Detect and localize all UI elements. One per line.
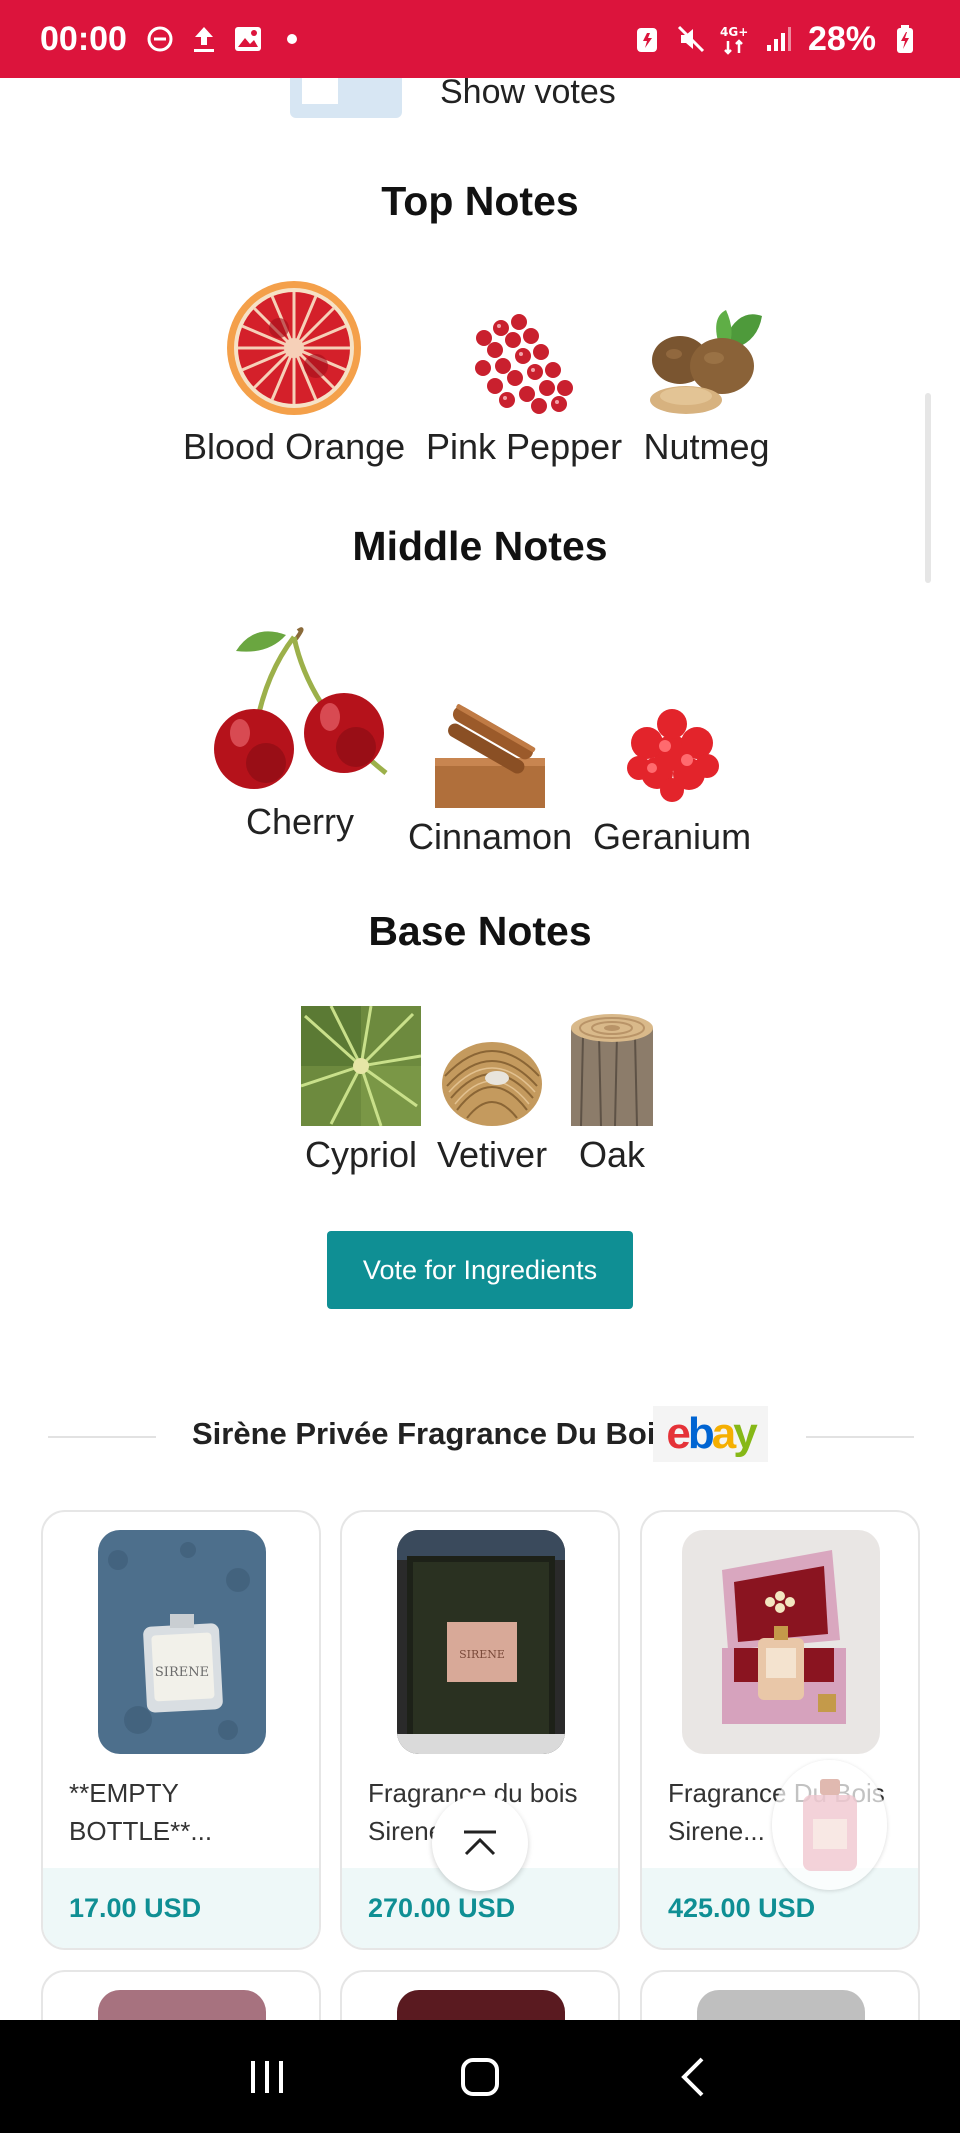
floating-product-thumbnail[interactable]: [772, 1760, 887, 1890]
back-button[interactable]: [653, 2037, 733, 2117]
scrollbar[interactable]: [925, 393, 931, 583]
status-bar: 00:00 4G+ 28%: [0, 0, 960, 78]
product-price: 270.00 USD: [368, 1892, 516, 1923]
product-card[interactable]: [41, 1970, 321, 2020]
pink-pepper-image: [475, 314, 574, 414]
geranium-image: [627, 709, 720, 802]
product-price: 425.00 USD: [668, 1892, 816, 1923]
do-not-disturb-icon: [145, 24, 175, 54]
show-votes-label: Show votes: [440, 78, 616, 111]
product-price: 17.00 USD: [69, 1892, 202, 1923]
recent-apps-icon: [250, 2060, 283, 2093]
status-time: 00:00: [40, 19, 127, 58]
ebay-section-title: Sirène Privée Fragrance Du Bois: [192, 1416, 673, 1451]
cinnamon-image: [435, 704, 546, 808]
cypriol-image: [301, 1006, 421, 1126]
note-label-geranium: Geranium: [593, 816, 752, 857]
note-pink-pepper[interactable]: Pink Pepper: [426, 308, 622, 468]
base-notes-heading: Base Notes: [368, 908, 592, 954]
note-geranium[interactable]: Geranium: [593, 698, 751, 858]
divider-left: [48, 1436, 156, 1438]
product-image: SIRENE: [98, 1530, 266, 1754]
note-cinnamon[interactable]: Cinnamon: [408, 698, 572, 858]
product-image: SIRENE: [397, 1530, 565, 1754]
svg-text:SIRENE: SIRENE: [459, 1648, 505, 1661]
note-nutmeg[interactable]: Nutmeg: [640, 308, 773, 468]
cherry-image: [214, 627, 388, 789]
blood-orange-image: [227, 281, 362, 415]
battery-charging-icon: [890, 24, 920, 54]
status-icons-left: [145, 24, 307, 54]
content-scroll-area[interactable]: Show votes Top Notes Blood Orange Pink P…: [0, 78, 960, 2020]
product-image: [397, 1990, 565, 2020]
back-icon: [681, 2057, 704, 2096]
note-label-cherry: Cherry: [245, 801, 355, 842]
note-blood-orange[interactable]: Blood Orange: [183, 278, 405, 468]
note-label-nutmeg: Nutmeg: [643, 426, 770, 467]
oak-image: [571, 1014, 653, 1126]
show-votes-checkbox[interactable]: [290, 78, 402, 118]
product-card[interactable]: Fragrance Du Bois Sirene... 425.00 USD: [640, 1510, 920, 1950]
chevron-up-icon: [464, 1830, 496, 1856]
svg-text:SIRENE: SIRENE: [155, 1665, 209, 1680]
signal-icon: [764, 24, 794, 54]
ebay-logo-y: y: [733, 1409, 758, 1458]
product-card[interactable]: SIRENE **EMPTY BOTTLE**... 17.00 USD: [41, 1510, 321, 1950]
product-card[interactable]: [640, 1970, 920, 2020]
upload-icon: [189, 24, 219, 54]
gallery-icon: [233, 24, 263, 54]
recent-apps-button[interactable]: [227, 2037, 307, 2117]
battery-saver-icon: [632, 24, 662, 54]
note-label-oak: Oak: [578, 1134, 646, 1175]
home-button[interactable]: [440, 2037, 520, 2117]
nutmeg-image: [650, 310, 762, 414]
product-price-bar: 425.00 USD: [642, 1868, 918, 1948]
middle-notes-heading: Middle Notes: [352, 523, 608, 569]
navigation-bar: [0, 2020, 960, 2133]
network-4g-icon: 4G+: [720, 24, 750, 55]
note-vetiver[interactable]: Vetiver: [437, 1006, 547, 1176]
product-title: **EMPTY BOTTLE**...: [69, 1778, 213, 1846]
svg-text:4G+: 4G+: [720, 25, 748, 39]
product-image: [98, 1990, 266, 2020]
ebay-logo-b: b: [687, 1409, 715, 1458]
product-image: [682, 1530, 880, 1754]
product-card[interactable]: [340, 1970, 620, 2020]
vote-for-ingredients-button[interactable]: Vote for Ingredients: [327, 1231, 633, 1309]
note-label-pink-pepper: Pink Pepper: [426, 426, 623, 467]
scroll-to-top-button[interactable]: [432, 1795, 528, 1891]
note-label-blood-orange: Blood Orange: [183, 426, 406, 467]
product-image: [697, 1990, 865, 2020]
home-icon: [460, 2057, 499, 2096]
top-notes-heading: Top Notes: [381, 178, 579, 224]
perfume-bottle-icon: [802, 1779, 857, 1871]
note-label-cypriol: Cypriol: [304, 1134, 418, 1175]
battery-percent: 28%: [807, 19, 876, 58]
note-oak[interactable]: Oak: [567, 1006, 657, 1176]
ebay-section-header: Sirène Privée Fragrance Du Bois e b a y: [0, 1406, 960, 1466]
screen: 00:00 4G+ 28% Show votes Top Notes Blood…: [0, 0, 960, 2133]
mute-icon: [676, 24, 706, 54]
note-label-vetiver: Vetiver: [437, 1134, 548, 1175]
ebay-logo-a: a: [711, 1409, 737, 1458]
note-cypriol[interactable]: Cypriol: [301, 1006, 421, 1176]
divider-right: [806, 1436, 914, 1438]
product-price-bar: 17.00 USD: [43, 1868, 319, 1948]
ebay-logo[interactable]: e b a y: [653, 1406, 768, 1462]
note-label-cinnamon: Cinnamon: [408, 816, 573, 857]
status-icons-right: 4G+ 28%: [632, 20, 920, 59]
note-cherry[interactable]: Cherry: [206, 623, 394, 843]
ebay-logo-e: e: [666, 1409, 691, 1458]
show-votes-toggle[interactable]: Show votes: [290, 78, 616, 118]
notification-dot-icon: [277, 24, 307, 54]
vetiver-image: [442, 1042, 543, 1126]
